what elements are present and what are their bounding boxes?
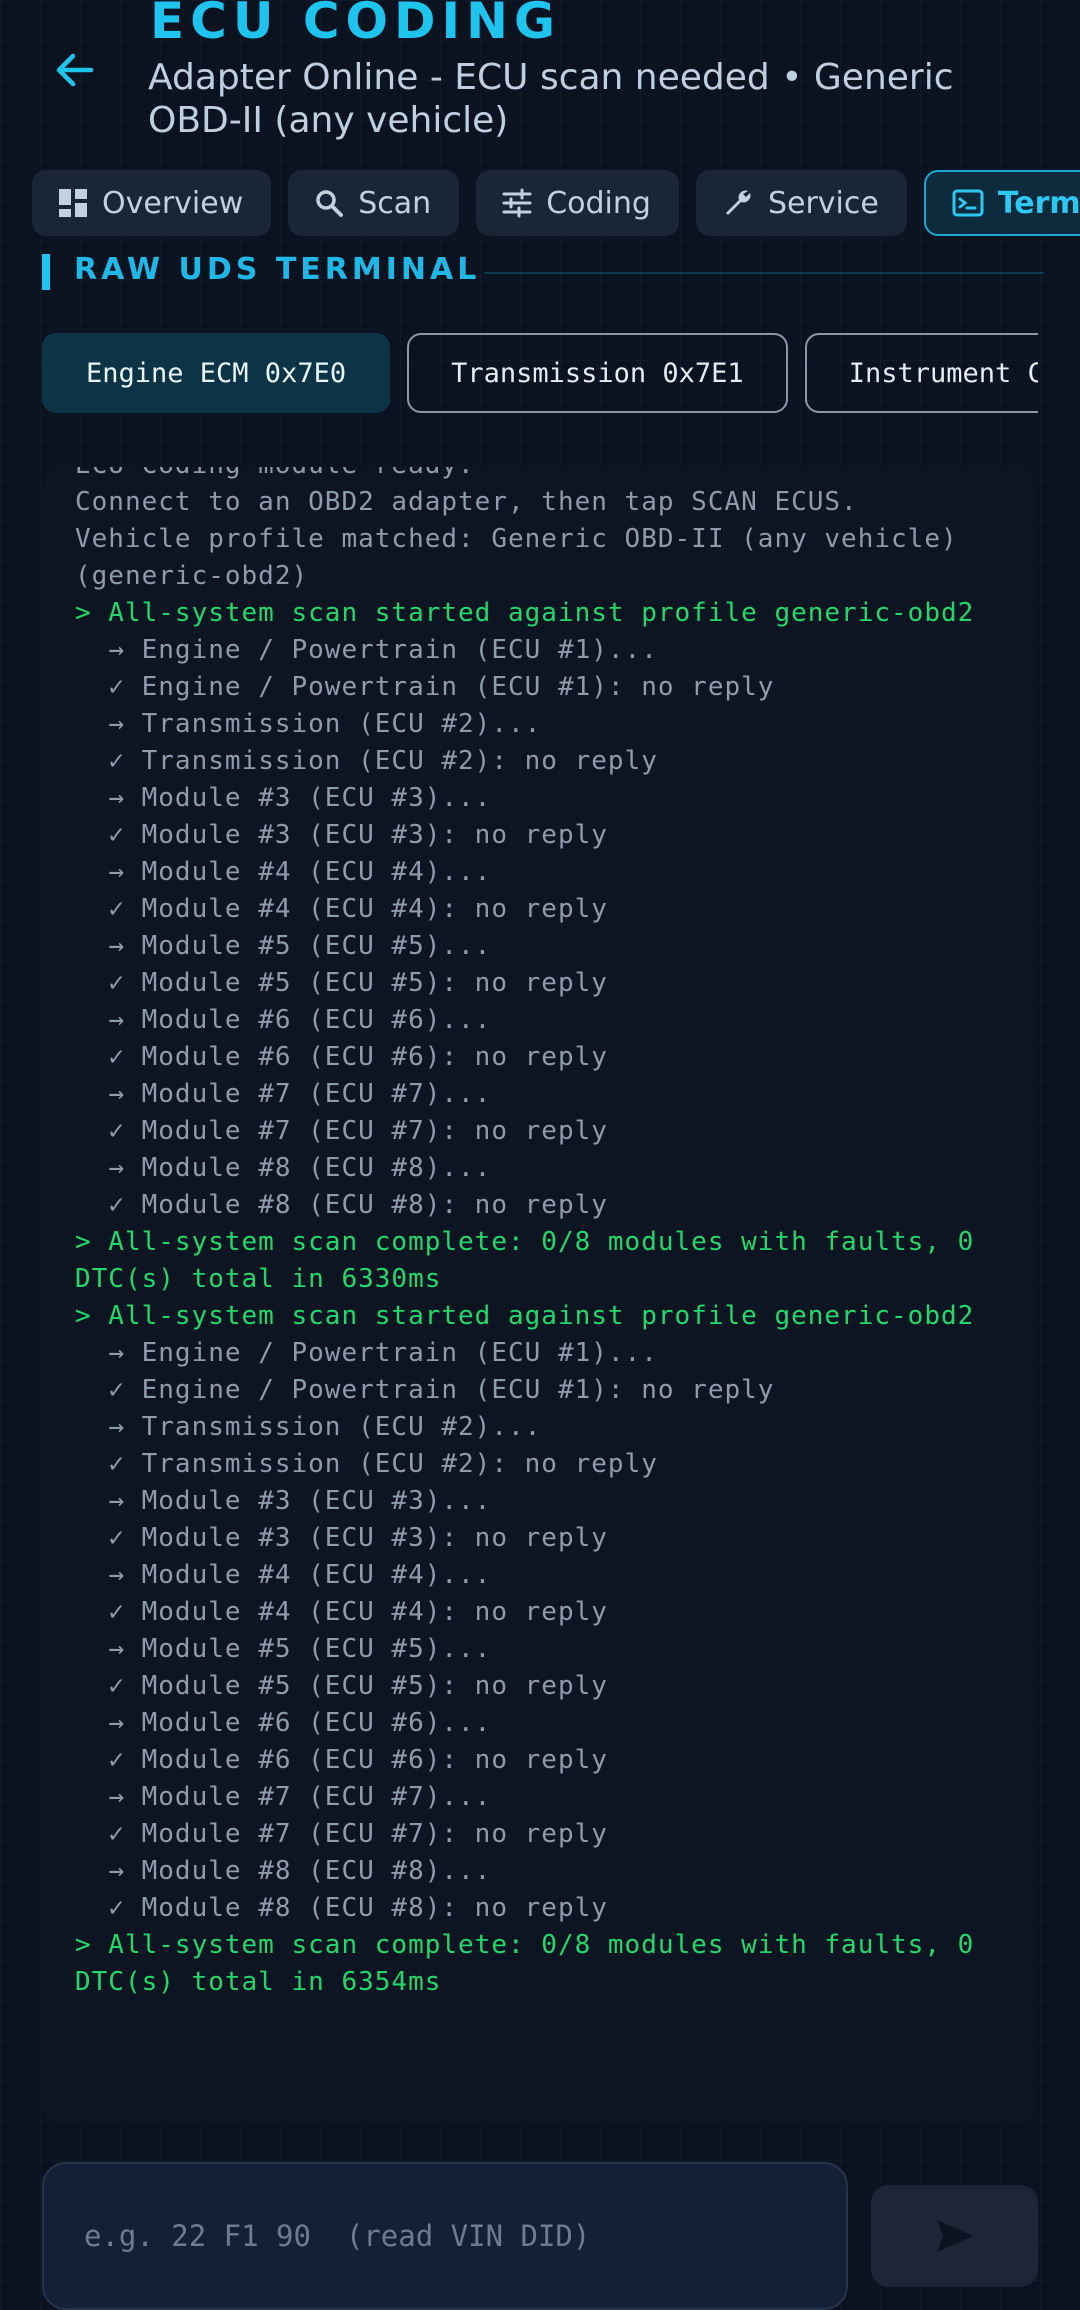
terminal-log-line: → Transmission (ECU #2)... <box>75 709 542 739</box>
terminal-log-line: → Module #4 (ECU #4)... <box>75 857 492 887</box>
terminal-log-line: ✓ Module #5 (ECU #5): no reply <box>75 968 608 998</box>
ecu-chip-transmission[interactable]: Transmission 0x7E1 <box>407 333 788 413</box>
terminal-log-line: → Module #7 (ECU #7)... <box>75 1782 492 1812</box>
tab-label: Terminal <box>997 185 1080 221</box>
terminal-log-line: → Module #6 (ECU #6)... <box>75 1005 492 1035</box>
terminal-log-line: → Module #4 (ECU #4)... <box>75 1560 492 1590</box>
tab-label: Coding <box>546 185 651 221</box>
terminal-command-line: > All-system scan started against profil… <box>75 598 975 628</box>
terminal-log-line: → Module #8 (ECU #8)... <box>75 1153 492 1183</box>
ecu-chip-engine[interactable]: Engine ECM 0x7E0 <box>42 333 391 413</box>
terminal-log-line: ✓ Engine / Powertrain (ECU #1): no reply <box>75 672 775 702</box>
back-button[interactable] <box>40 30 110 110</box>
terminal-log-line: ✓ Module #8 (ECU #8): no reply <box>75 1893 608 1923</box>
tab-bar: Overview Scan Coding Service Terminal <box>32 170 1080 238</box>
terminal-output[interactable]: ECU Coding module ready. Connect to an OB… <box>42 467 1038 2125</box>
search-icon <box>316 190 344 217</box>
terminal-log-line: Connect to an OBD2 adapter, then tap SCA… <box>75 487 858 517</box>
terminal-log-line: → Module #3 (ECU #3)... <box>75 783 492 813</box>
tab-terminal[interactable]: Terminal <box>923 170 1080 236</box>
section-divider <box>484 272 1044 274</box>
tab-service[interactable]: Service <box>695 170 907 236</box>
arrow-left-icon <box>56 53 94 87</box>
section-accent-bar <box>42 254 50 290</box>
terminal-log-line: ✓ Module #8 (ECU #8): no reply <box>75 1190 608 1220</box>
terminal-log-line: → Engine / Powertrain (ECU #1)... <box>75 635 658 665</box>
section-header: RAW UDS TERMINAL <box>42 252 1044 290</box>
command-input[interactable] <box>42 2162 848 2310</box>
page-title: ECU CODING <box>150 0 562 50</box>
terminal-log-line: ✓ Module #5 (ECU #5): no reply <box>75 1671 608 1701</box>
terminal-log-line: ✓ Module #7 (ECU #7): no reply <box>75 1819 608 1849</box>
terminal-log-line: ✓ Module #4 (ECU #4): no reply <box>75 1597 608 1627</box>
connection-status: Adapter Online - ECU scan needed • Gener… <box>148 57 954 141</box>
terminal-log: ECU Coding module ready. Connect to an OB… <box>75 467 1025 2001</box>
terminal-command-line: > All-system scan started against profil… <box>75 1301 975 1331</box>
terminal-log-line: ✓ Module #4 (ECU #4): no reply <box>75 894 608 924</box>
terminal-log-line: → Engine / Powertrain (ECU #1)... <box>75 1338 658 1368</box>
terminal-log-line: → Module #3 (ECU #3)... <box>75 1486 492 1516</box>
tab-label: Scan <box>358 185 432 221</box>
section-title: RAW UDS TERMINAL <box>74 252 481 287</box>
terminal-log-line: → Module #7 (ECU #7)... <box>75 1079 492 1109</box>
ecu-chip-instrument[interactable]: Instrument Cluster 0x7E2 <box>804 333 1038 413</box>
terminal-log-line: → Transmission (ECU #2)... <box>75 1412 542 1442</box>
terminal-log-line: ✓ Module #3 (ECU #3): no reply <box>75 820 608 850</box>
terminal-log-line: → Module #8 (ECU #8)... <box>75 1856 492 1886</box>
tab-coding[interactable]: Coding <box>476 170 679 236</box>
terminal-log-line: → Module #5 (ECU #5)... <box>75 1634 492 1664</box>
tab-label: Overview <box>102 185 244 221</box>
terminal-log-line: ✓ Transmission (ECU #2): no reply <box>75 1449 658 1479</box>
terminal-log-line: ✓ Module #3 (ECU #3): no reply <box>75 1523 608 1553</box>
terminal-command-line: > All-system scan complete: 0/8 modules … <box>75 1227 991 1294</box>
terminal-icon <box>952 189 984 217</box>
wrench-icon <box>725 190 751 215</box>
app-header: ECU CODING Adapter Online - ECU scan nee… <box>0 0 1080 160</box>
terminal-log-line: → Module #6 (ECU #6)... <box>75 1708 492 1738</box>
send-button[interactable] <box>871 2185 1038 2287</box>
terminal-log-line: → Module #5 (ECU #5)... <box>75 931 492 961</box>
terminal-log-line: ✓ Engine / Powertrain (ECU #1): no reply <box>75 1375 775 1405</box>
terminal-log-line: ECU Coding module ready. <box>75 467 1025 484</box>
terminal-log-line: Vehicle profile matched: Generic OBD-II … <box>75 524 975 591</box>
terminal-log-line: ✓ Module #6 (ECU #6): no reply <box>75 1042 608 1072</box>
send-icon <box>936 2220 973 2252</box>
terminal-log-line: ✓ Module #6 (ECU #6): no reply <box>75 1745 608 1775</box>
ecu-selector: Engine ECM 0x7E0 Transmission 0x7E1 Inst… <box>42 333 1038 417</box>
tab-label: Service <box>767 185 879 221</box>
terminal-log-line: ✓ Module #7 (ECU #7): no reply <box>75 1116 608 1146</box>
tab-scan[interactable]: Scan <box>288 170 460 236</box>
tab-overview[interactable]: Overview <box>32 170 272 236</box>
terminal-log-line: ✓ Transmission (ECU #2): no reply <box>75 746 658 776</box>
terminal-command-line: > All-system scan complete: 0/8 modules … <box>75 1930 991 1997</box>
dashboard-icon <box>59 189 87 217</box>
sliders-icon <box>502 188 532 218</box>
